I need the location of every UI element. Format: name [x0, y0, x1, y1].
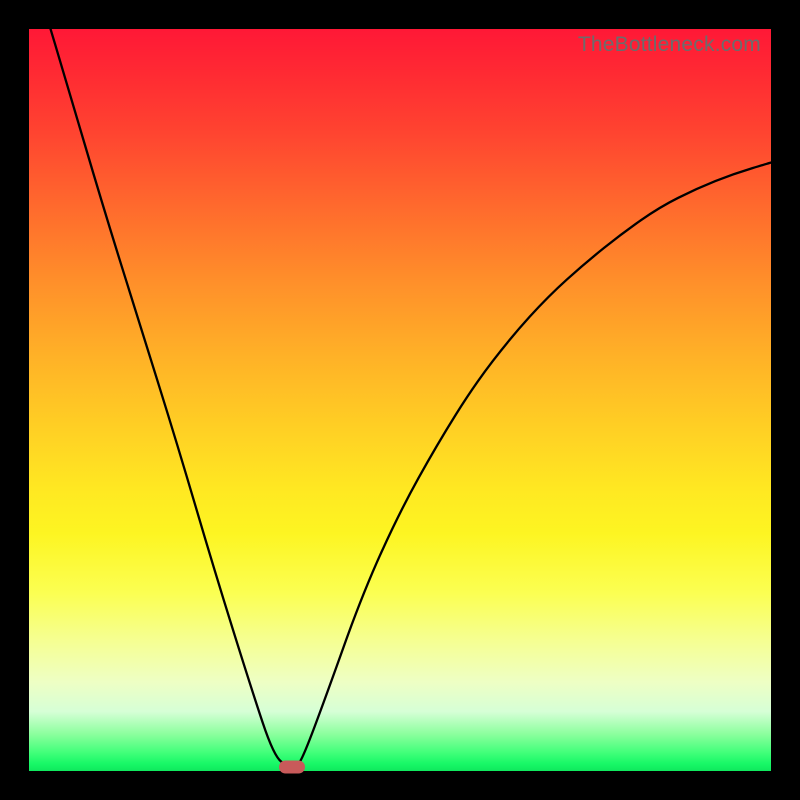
curve-svg	[29, 29, 771, 771]
chart-frame: TheBottleneck.com	[0, 0, 800, 800]
optimal-point-marker	[279, 761, 305, 774]
plot-area: TheBottleneck.com	[29, 29, 771, 771]
bottleneck-curve-path	[29, 29, 771, 767]
